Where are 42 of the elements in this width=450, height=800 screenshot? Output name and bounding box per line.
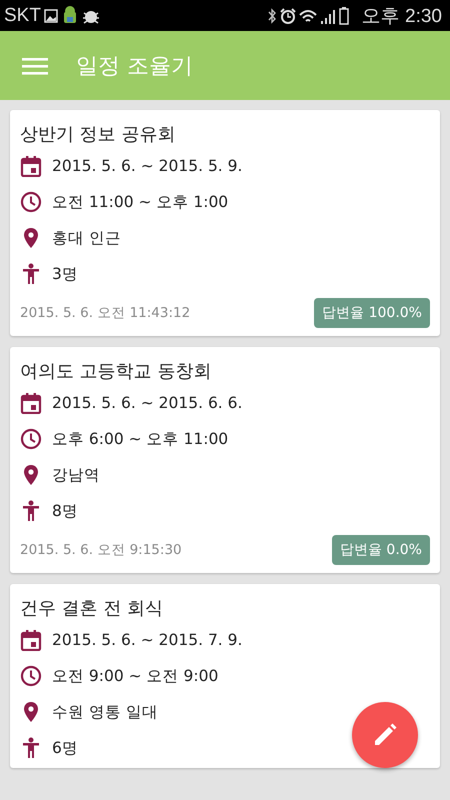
clock-icon (20, 665, 42, 687)
pencil-icon (372, 722, 398, 748)
calendar-icon (20, 629, 42, 651)
calendar-icon (20, 392, 42, 414)
clock-time: 오후 2:30 (362, 4, 442, 28)
event-title: 건우 결혼 전 회식 (20, 597, 164, 621)
person-icon (20, 263, 42, 285)
image-icon (44, 8, 58, 22)
place: 수원 영통 일대 (52, 702, 158, 722)
place: 강남역 (52, 464, 100, 486)
people: 3명 (52, 264, 78, 284)
date-range: 2015. 5. 6. ~ 2015. 6. 6. (52, 394, 242, 412)
event-title: 여의도 고등학교 동창회 (20, 360, 212, 384)
time-range: 오전 9:00 ~ 오전 9:00 (52, 666, 218, 686)
wifi-icon (298, 8, 317, 24)
clock-icon (20, 191, 42, 213)
person-icon (20, 500, 42, 522)
bluetooth-icon (266, 8, 277, 24)
battery-icon (338, 6, 349, 24)
alarm-icon (280, 8, 296, 24)
created-time: 2015. 5. 6. 오전 9:15:30 (20, 541, 182, 559)
date-range: 2015. 5. 6. ~ 2015. 5. 9. (52, 157, 242, 175)
date-range: 2015. 5. 6. ~ 2015. 7. 9. (52, 631, 242, 649)
place: 홍대 인근 (52, 228, 121, 248)
created-time: 2015. 5. 6. 오전 11:43:12 (20, 304, 190, 322)
response-rate-badge: 답변율 100.0% (314, 298, 430, 328)
person-icon (20, 737, 42, 759)
carrier-name: SKT (4, 4, 41, 26)
event-card[interactable]: 건우 결혼 전 회식 2015. 5. 6. ~ 2015. 7. 9. 오전 9:00 ~ 오전 9:00 수원 영통 일대 6명 (10, 584, 440, 768)
event-title: 상반기 정보 공유회 (20, 123, 176, 147)
response-rate-badge: 답변율 0.0% (332, 535, 430, 565)
time-range: 오후 6:00 ~ 오후 11:00 (52, 428, 228, 450)
menu-icon[interactable] (22, 56, 48, 76)
app-title: 일정 조율기 (76, 52, 193, 80)
people: 8명 (52, 500, 78, 522)
event-card[interactable]: 여의도 고등학교 동창회 2015. 5. 6. ~ 2015. 6. 6. 오후 6:00 ~ 오후 11:00 강남역 8명 2015. 5. 6. 오전 9:15:30 답변율 0.0% (10, 347, 440, 573)
signal-icon (320, 8, 336, 24)
event-card[interactable]: 상반기 정보 공유회 2015. 5. 6. ~ 2015. 5. 9. 오전 11:00 ~ 오후 1:00 홍대 인근 3명 2015. 5. 6. 오전 11:43:12 답변율 100.0% (10, 110, 440, 336)
time-range: 오전 11:00 ~ 오후 1:00 (52, 192, 228, 212)
calendar-icon (20, 155, 42, 177)
clock-icon (20, 428, 42, 450)
people: 6명 (52, 738, 78, 758)
